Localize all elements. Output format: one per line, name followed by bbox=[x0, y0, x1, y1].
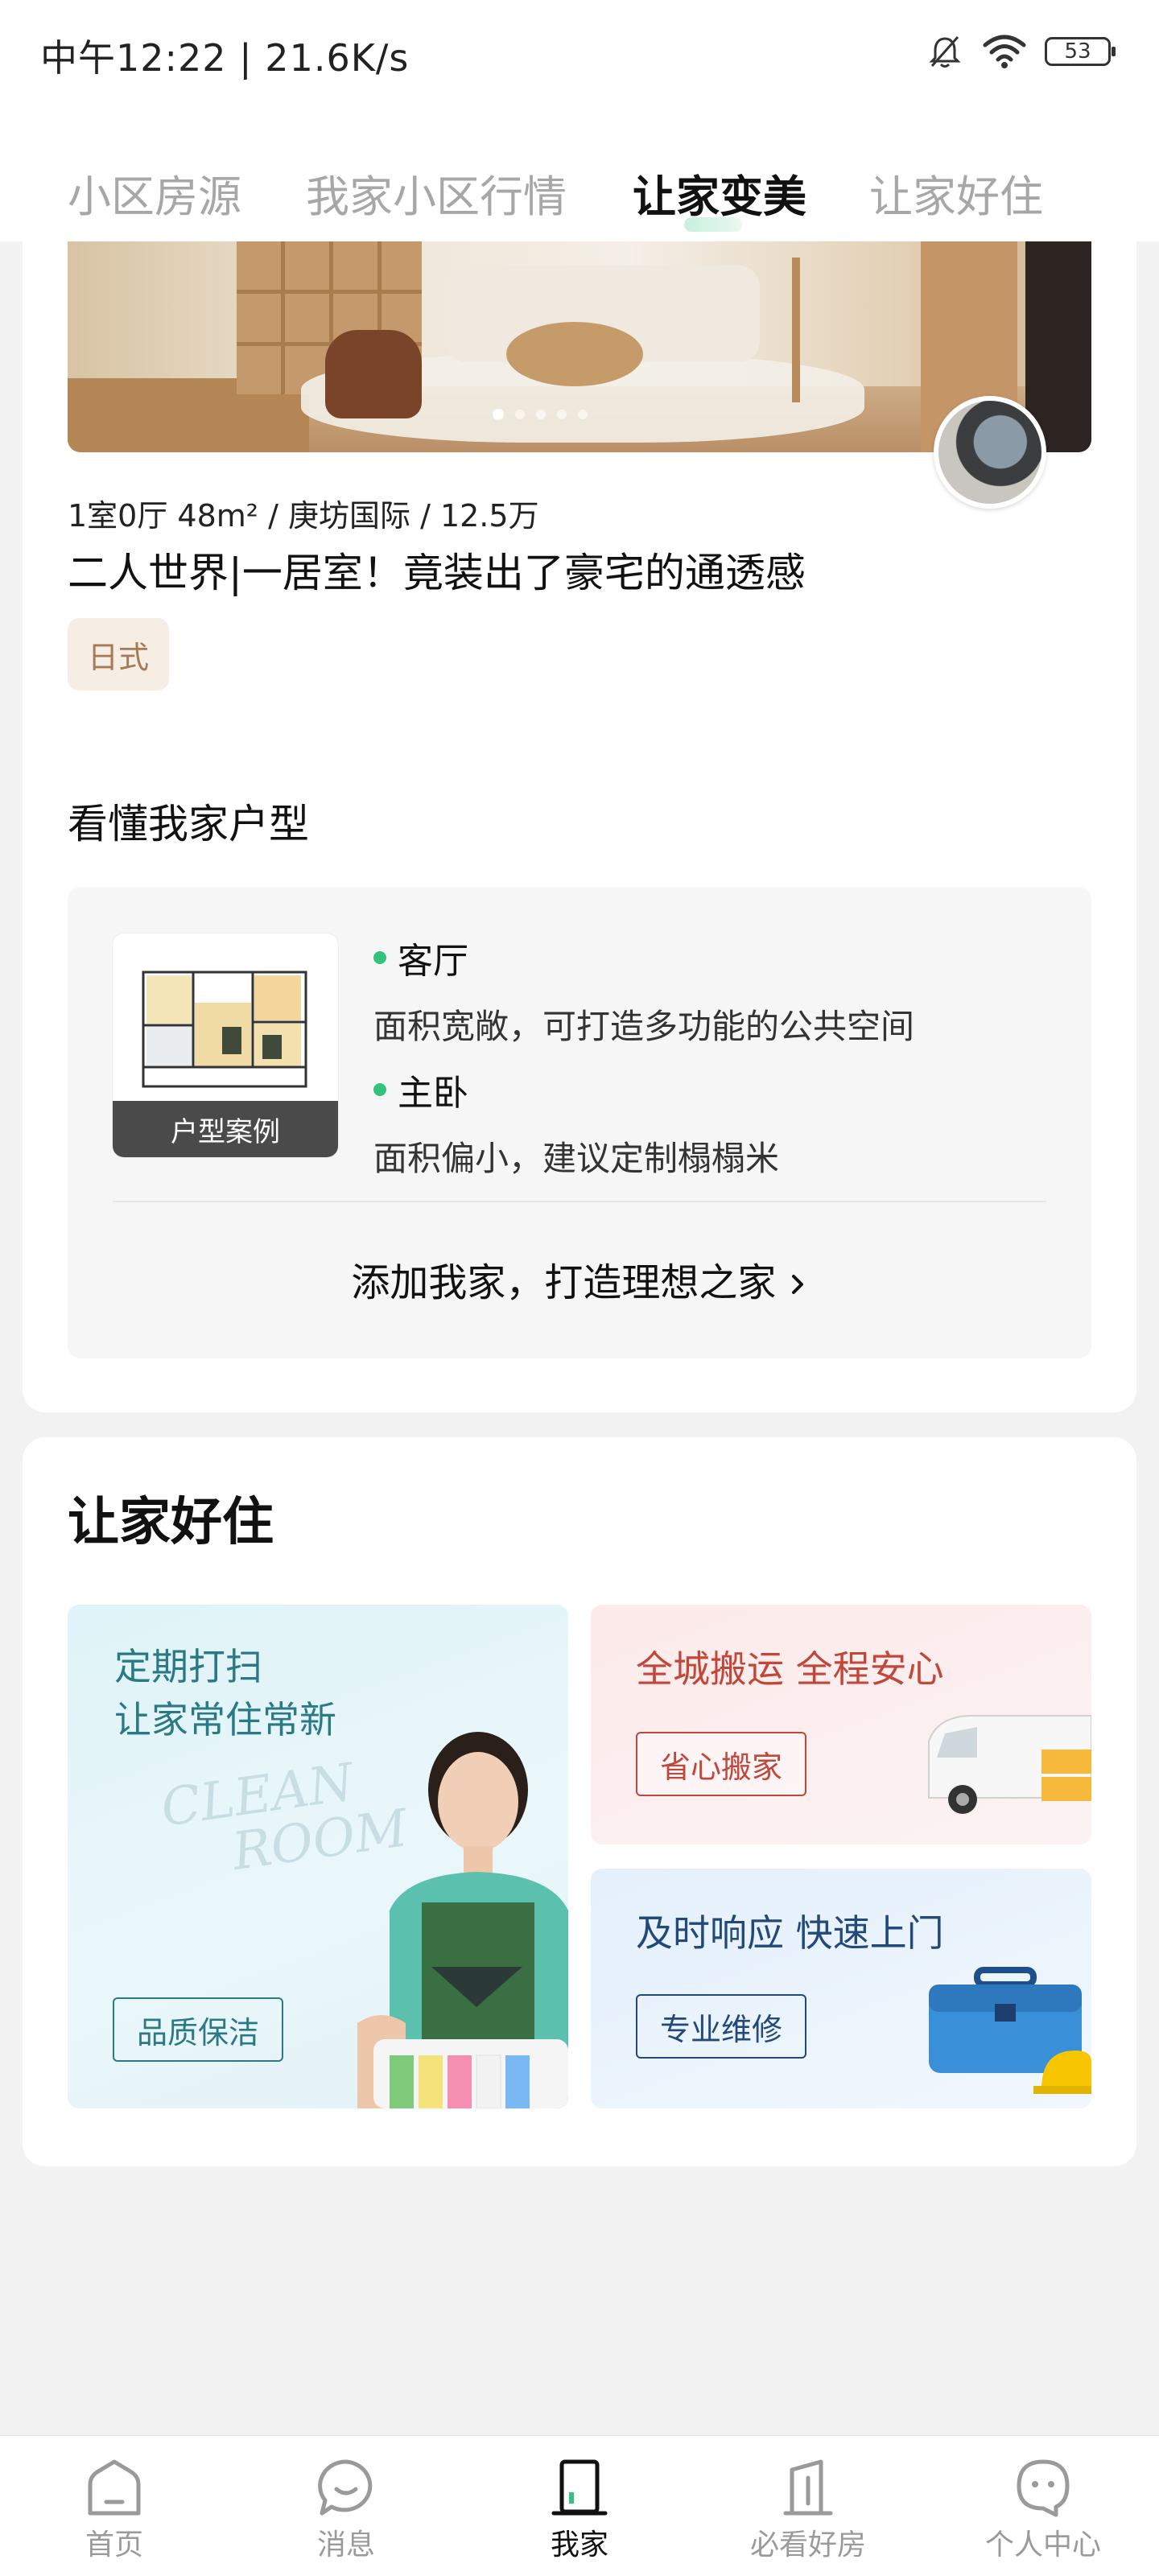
moving-button[interactable]: 省心搬家 bbox=[636, 1732, 806, 1796]
divider bbox=[113, 1201, 1046, 1202]
nav-profile[interactable]: 个人中心 bbox=[963, 2457, 1124, 2563]
repair-button[interactable]: 专业维修 bbox=[636, 1994, 806, 2059]
bell-muted-icon bbox=[929, 36, 961, 68]
tab-comfortable-home[interactable]: 让家好住 bbox=[869, 161, 1043, 225]
home-icon bbox=[88, 2459, 141, 2516]
nav-label: 首页 bbox=[85, 2529, 143, 2562]
toolbox-icon bbox=[929, 1967, 1091, 2094]
active-tab-indicator bbox=[684, 217, 742, 232]
case-title[interactable]: 二人世界|一居室！竟装出了豪宅的通透感 bbox=[68, 541, 806, 599]
battery-level: 53 bbox=[1064, 39, 1091, 64]
tab-community-listings[interactable]: 小区房源 bbox=[68, 161, 241, 225]
room-master-bedroom: 主卧 面积偏小，建议定制榻榻米 bbox=[373, 1064, 779, 1181]
profile-icon bbox=[1017, 2459, 1070, 2517]
room-name: 主卧 bbox=[373, 1064, 779, 1115]
floorplan-image bbox=[142, 971, 307, 1088]
cleaning-headline-line1: 定期打扫 bbox=[114, 1645, 262, 1688]
carousel-dot bbox=[515, 410, 525, 419]
cleaning-headline-line2: 让家常住常新 bbox=[114, 1698, 336, 1741]
add-home-button[interactable]: 添加我家，打造理想之家 bbox=[68, 1251, 1091, 1307]
designer-avatar[interactable] bbox=[934, 396, 1046, 509]
status-icons: 53 bbox=[926, 32, 1116, 71]
cleaning-service-card[interactable]: 定期打扫 让家常住常新 CLEAN ROOM 品质保洁 bbox=[68, 1605, 568, 2108]
floorplan-caption: 户型案例 bbox=[113, 1101, 338, 1157]
carousel-dot bbox=[536, 410, 546, 419]
carousel-dot bbox=[578, 410, 588, 419]
floorplan-section-title: 看懂我家户型 bbox=[68, 801, 309, 847]
chevron-right-icon bbox=[791, 1275, 803, 1294]
nav-label: 必看好房 bbox=[749, 2529, 866, 2562]
status-time-speed: 中午12:22 | 21.6K/s bbox=[40, 36, 410, 80]
nav-must-see-homes[interactable]: 必看好房 bbox=[728, 2457, 889, 2563]
nav-my-home[interactable]: 我家 bbox=[499, 2457, 660, 2563]
repair-service-card[interactable]: 及时响应 快速上门 专业维修 bbox=[591, 1869, 1091, 2108]
design-case-banner[interactable] bbox=[68, 241, 1091, 452]
nav-label: 我家 bbox=[550, 2529, 608, 2562]
carousel-dot bbox=[493, 409, 504, 420]
room-desc: 面积偏小，建议定制榻榻米 bbox=[373, 1139, 780, 1178]
bottom-nav: 首页 消息 我家 必看好房 个人中心 bbox=[0, 2435, 1159, 2576]
carousel-indicator bbox=[493, 409, 588, 420]
nav-label: 个人中心 bbox=[984, 2529, 1101, 2562]
floorplan-thumbnail[interactable]: 户型案例 bbox=[113, 934, 338, 1157]
wifi-icon bbox=[983, 35, 1026, 68]
room-living: 客厅 面积宽敞，可打造多功能的公共空间 bbox=[373, 932, 914, 1049]
door-icon bbox=[551, 2459, 608, 2516]
cleaning-headline: 定期打扫 让家常住常新 bbox=[114, 1640, 336, 1746]
moving-headline: 全城搬运 全程安心 bbox=[636, 1647, 944, 1691]
van-icon bbox=[928, 1715, 1091, 1814]
carousel-dot bbox=[557, 410, 567, 419]
services-title: 让家好住 bbox=[68, 1493, 274, 1552]
nav-home[interactable]: 首页 bbox=[34, 2457, 195, 2563]
cleaning-button[interactable]: 品质保洁 bbox=[113, 1997, 283, 2062]
building-icon bbox=[783, 2459, 833, 2516]
message-icon bbox=[318, 2459, 373, 2516]
room-desc: 面积宽敞，可打造多功能的公共空间 bbox=[373, 1007, 915, 1046]
moving-service-card[interactable]: 全城搬运 全程安心 省心搬家 bbox=[591, 1605, 1091, 1844]
top-header: 中午12:22 | 21.6K/s 53 小区房源 我家小区行情 让家变美 让家… bbox=[0, 0, 1159, 241]
nav-label: 消息 bbox=[316, 2529, 375, 2562]
nav-messages[interactable]: 消息 bbox=[266, 2457, 427, 2563]
room-name: 客厅 bbox=[373, 932, 914, 983]
tab-community-market[interactable]: 我家小区行情 bbox=[306, 161, 567, 225]
status-bar: 中午12:22 | 21.6K/s 53 bbox=[0, 0, 1159, 105]
tab-beautify-home[interactable]: 让家变美 bbox=[633, 161, 806, 225]
tab-bar: 小区房源 我家小区行情 让家变美 让家好住 bbox=[0, 161, 1159, 233]
cleaner-illustration bbox=[357, 1732, 568, 2108]
repair-headline: 及时响应 快速上门 bbox=[636, 1911, 944, 1955]
add-home-label: 添加我家，打造理想之家 bbox=[351, 1260, 777, 1305]
floorplan-card: 户型案例 客厅 面积宽敞，可打造多功能的公共空间 主卧 面积偏小，建议定制榻榻米… bbox=[68, 887, 1091, 1358]
battery-icon: 53 bbox=[1045, 37, 1116, 66]
case-meta: 1室0厅 48m² / 庚坊国际 / 12.5万 bbox=[68, 498, 539, 534]
style-tag: 日式 bbox=[68, 618, 169, 690]
